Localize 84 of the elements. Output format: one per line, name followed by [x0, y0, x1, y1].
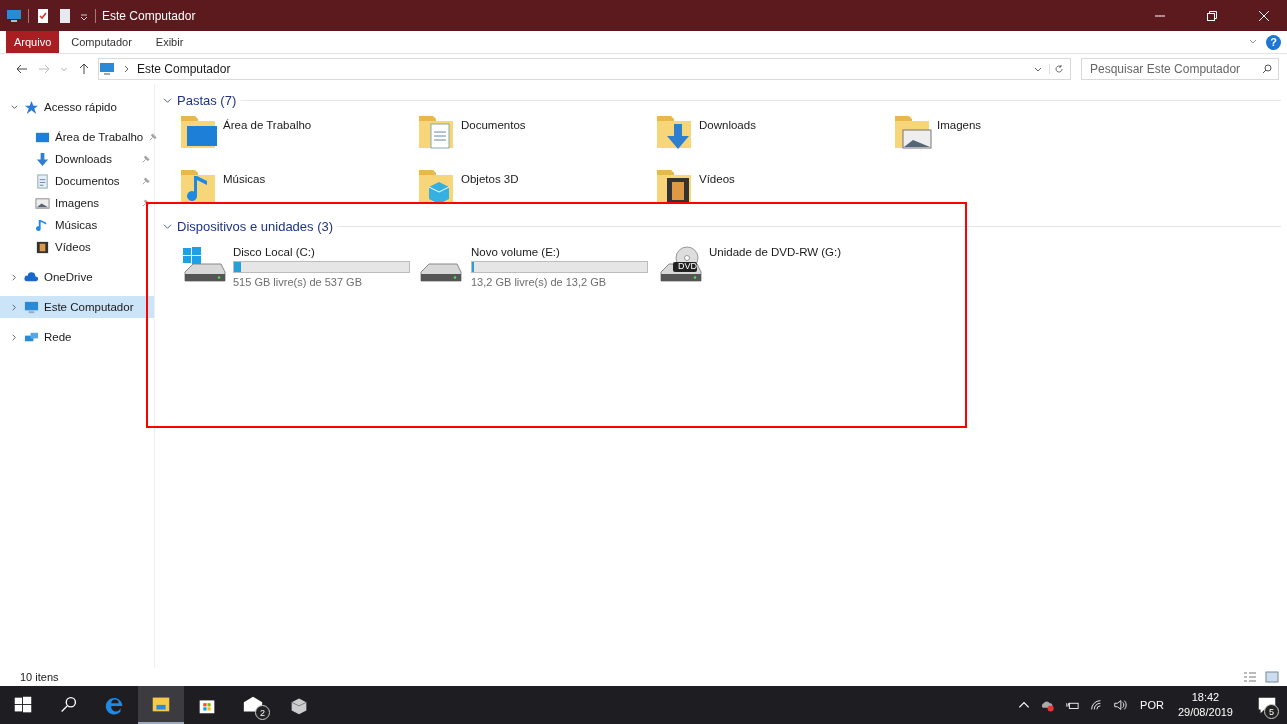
- clock[interactable]: 18:42 29/08/2019: [1177, 690, 1233, 720]
- pin-icon[interactable]: [148, 132, 158, 142]
- drive-item[interactable]: Novo volume (E:) 13,2 GB livre(s) de 13,2 GB: [417, 238, 655, 294]
- back-arrow-icon[interactable]: [16, 63, 28, 75]
- sidebar-label: Downloads: [55, 153, 112, 165]
- sidebar-label: Rede: [44, 331, 72, 343]
- folder-name: Músicas: [223, 172, 266, 185]
- sidebar-item[interactable]: Downloads: [0, 148, 154, 170]
- chevron-right-icon[interactable]: [10, 302, 19, 312]
- sidebar-label: Acesso rápido: [44, 101, 117, 113]
- folder-item[interactable]: Documentos: [417, 112, 655, 158]
- address-bar[interactable]: Este Computador: [98, 58, 1071, 80]
- sidebar-label: Este Computador: [44, 301, 134, 313]
- download-icon: [35, 151, 50, 167]
- drive-icon: [420, 263, 462, 282]
- star-icon: [24, 99, 39, 115]
- taskbar-explorer-button[interactable]: [138, 686, 184, 724]
- speaker-icon[interactable]: [1113, 698, 1128, 712]
- chevron-right-icon[interactable]: [10, 332, 19, 342]
- chevron-right-icon[interactable]: [10, 272, 19, 282]
- search-icon: [1262, 64, 1272, 74]
- drive-item[interactable]: DVD Unidade de DVD-RW (G:): [655, 238, 893, 294]
- help-button[interactable]: ?: [1266, 34, 1281, 50]
- sidebar-item[interactable]: Rede: [0, 326, 154, 348]
- pin-icon[interactable]: [141, 198, 150, 208]
- chevron-down-icon[interactable]: [10, 102, 19, 112]
- sidebar-label: OneDrive: [44, 271, 93, 283]
- sidebar-item[interactable]: Acesso rápido: [0, 96, 154, 118]
- drive-item[interactable]: Disco Local (C:) 515 GB livre(s) de 537 GB: [179, 238, 417, 294]
- document-icon: [35, 173, 50, 189]
- up-arrow-icon[interactable]: [78, 63, 90, 75]
- sidebar-item[interactable]: Imagens: [0, 192, 154, 214]
- computer-icon: [6, 7, 22, 24]
- sidebar-label: Área de Trabalho: [55, 131, 144, 143]
- folder-name: Objetos 3D: [461, 172, 519, 185]
- pin-icon[interactable]: [141, 176, 150, 186]
- sidebar-item[interactable]: Vídeos: [0, 236, 154, 258]
- notification-badge: 2: [255, 705, 270, 720]
- drive-name: Unidade de DVD-RW (G:): [709, 246, 842, 258]
- folder-name: Downloads: [699, 118, 756, 131]
- picture-icon: [35, 195, 50, 211]
- computer-icon: [99, 61, 115, 77]
- dvd-label: DVD: [678, 261, 696, 271]
- taskbar-mail-button[interactable]: 2: [230, 686, 276, 724]
- item-count: 10 itens: [20, 671, 59, 683]
- folder-name: Área de Trabalho: [223, 118, 312, 131]
- sidebar-label: Documentos: [55, 175, 120, 187]
- video-icon: [35, 239, 50, 255]
- sidebar-item[interactable]: Área de Trabalho: [0, 126, 154, 148]
- properties-icon[interactable]: [35, 7, 51, 24]
- folder-item[interactable]: Objetos 3D: [417, 166, 655, 212]
- folder-item[interactable]: Downloads: [655, 112, 893, 158]
- chevron-down-icon[interactable]: [163, 221, 172, 231]
- sidebar-label: Imagens: [55, 197, 100, 209]
- folder-name: Vídeos: [699, 172, 735, 185]
- folder-item[interactable]: Área de Trabalho: [179, 112, 417, 158]
- folder-name: Documentos: [461, 118, 526, 131]
- group-title[interactable]: Pastas (7): [177, 92, 237, 108]
- drive-name: Disco Local (C:): [233, 246, 316, 258]
- ribbon-tab[interactable]: Arquivo: [6, 31, 60, 53]
- window-title: Este Computador: [102, 8, 196, 23]
- folder-item[interactable]: Vídeos: [655, 166, 893, 212]
- action-center-button[interactable]: 5: [1247, 686, 1287, 724]
- folder-item[interactable]: Músicas: [179, 166, 417, 212]
- free-space-text: 13,2 GB livre(s) de 13,2 GB: [471, 276, 608, 288]
- address-path: Este Computador: [137, 62, 231, 76]
- chevron-down-icon[interactable]: [163, 95, 172, 105]
- sidebar-label: Músicas: [55, 219, 98, 231]
- sidebar-item[interactable]: Documentos: [0, 170, 154, 192]
- search-field[interactable]: Pesquisar Este Computador: [1081, 58, 1279, 80]
- sidebar-item[interactable]: Músicas: [0, 214, 154, 236]
- sidebar-item[interactable]: OneDrive: [0, 266, 154, 288]
- computer-icon: [24, 299, 39, 315]
- folder-item[interactable]: Imagens: [893, 112, 1131, 158]
- sidebar-item[interactable]: Este Computador: [0, 296, 154, 318]
- free-space-text: 515 GB livre(s) de 537 GB: [233, 276, 363, 288]
- pin-icon[interactable]: [141, 154, 150, 164]
- cloud-error-icon[interactable]: [1041, 698, 1056, 712]
- group-title[interactable]: Dispositivos e unidades (3): [177, 218, 334, 234]
- sidebar-label: Vídeos: [55, 241, 91, 253]
- drive-name: Novo volume (E:): [471, 246, 561, 258]
- refresh-icon[interactable]: [1049, 64, 1064, 74]
- language-indicator[interactable]: POR: [1140, 699, 1164, 711]
- folder-name: Imagens: [937, 118, 982, 131]
